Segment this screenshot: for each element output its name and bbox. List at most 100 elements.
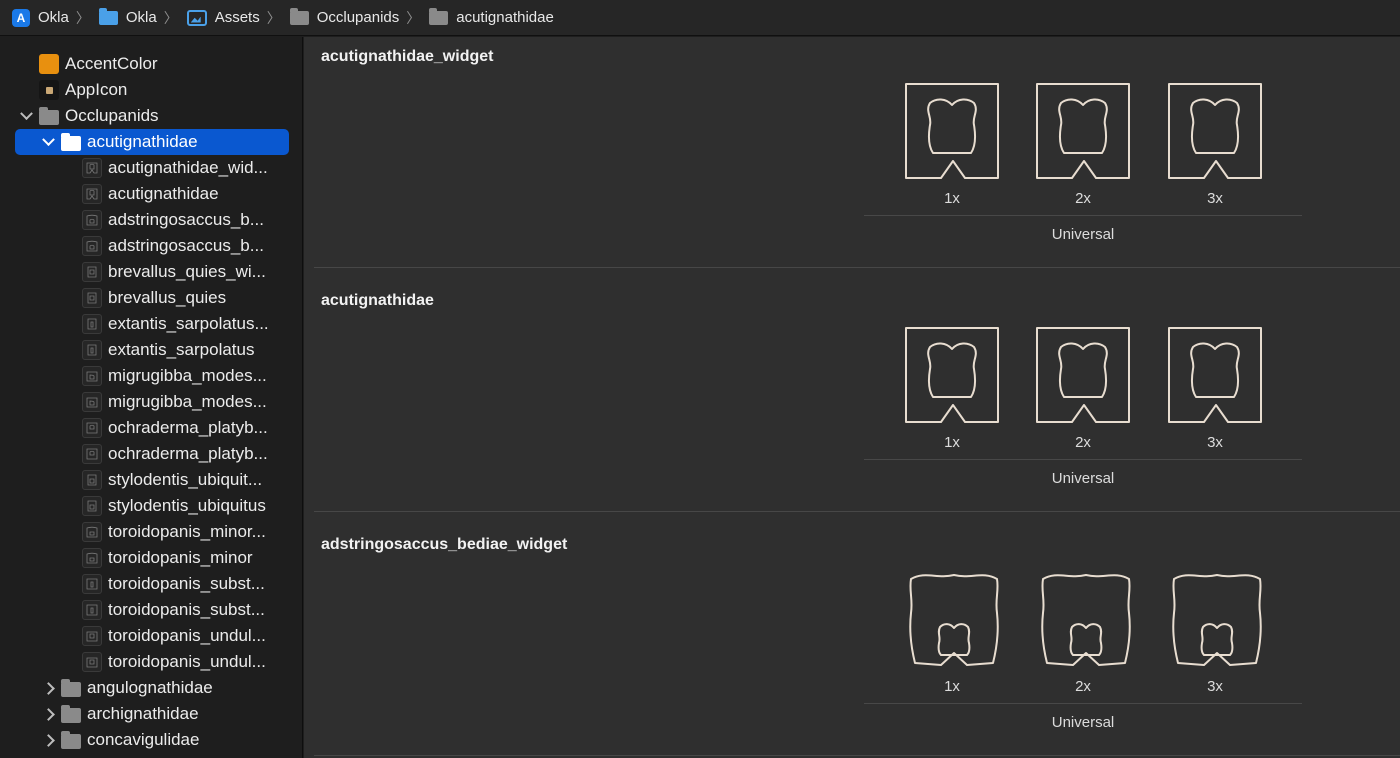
sidebar-item-occlupanids[interactable]: Occlupanids xyxy=(0,103,303,129)
image-slot-1x[interactable] xyxy=(903,81,1001,181)
image-set-thumbnail-icon xyxy=(82,522,102,542)
image-set-thumbnail-icon xyxy=(82,548,102,568)
sidebar-item-label: toroidopanis_minor... xyxy=(108,522,266,541)
chevron-right-icon: 〉 xyxy=(266,9,281,26)
chevron-right-icon[interactable] xyxy=(41,733,55,747)
sidebar-item-image-set[interactable]: toroidopanis_undul... xyxy=(0,623,280,649)
image-set-thumbnail-icon xyxy=(82,236,102,256)
image-set-thumbnail-icon xyxy=(82,444,102,464)
scale-label: 2x xyxy=(1075,434,1091,451)
image-set-thumbnail-icon xyxy=(82,210,102,230)
image-set-thumbnail-icon xyxy=(82,600,102,620)
sidebar-item-appicon[interactable]: AppIcon xyxy=(0,77,303,103)
section-divider xyxy=(314,511,1400,512)
sidebar-item-label: toroidopanis_minor xyxy=(108,548,253,567)
idiom-divider xyxy=(864,215,1302,216)
chevron-down-icon[interactable] xyxy=(19,109,33,123)
breadcrumb-item-okla-folder[interactable]: Okla xyxy=(98,0,157,36)
sidebar-item-label: extantis_sarpolatus xyxy=(108,340,255,359)
sidebar-item-label: acutignathidae xyxy=(87,132,198,151)
sidebar-item-label: brevallus_quies_wi... xyxy=(108,262,266,281)
sidebar-item-archignathidae[interactable]: archignathidae xyxy=(0,701,303,727)
image-slot-2x[interactable] xyxy=(1034,325,1132,425)
image-set-thumbnail-icon xyxy=(82,574,102,594)
sidebar-item-label: angulognathidae xyxy=(87,678,213,697)
chevron-right-icon[interactable] xyxy=(41,707,55,721)
scale-label: 2x xyxy=(1075,190,1091,207)
sidebar-item-label: toroidopanis_subst... xyxy=(108,574,265,593)
chevron-right-icon: 〉 xyxy=(75,9,90,26)
sidebar-item-image-set[interactable]: acutignathidae xyxy=(0,181,280,207)
sidebar-item-label: stylodentis_ubiquitus xyxy=(108,496,266,515)
bread-clip-outline-icon xyxy=(909,574,999,666)
sidebar-item-label: brevallus_quies xyxy=(108,288,227,307)
scale-label: 1x xyxy=(944,678,960,695)
sidebar-item-image-set[interactable]: migrugibba_modes... xyxy=(0,363,280,389)
sidebar-item-image-set[interactable]: ochraderma_platyb... xyxy=(0,415,280,441)
asset-navigator: AccentColor AppIcon Occlupanids acutigna… xyxy=(0,37,303,758)
sidebar-item-image-set[interactable]: adstringosaccus_b... xyxy=(0,207,280,233)
sidebar-item-accentcolor[interactable]: AccentColor xyxy=(0,51,303,77)
folder-icon xyxy=(61,730,81,749)
sidebar-item-image-set[interactable]: toroidopanis_subst... xyxy=(0,571,280,597)
sidebar-item-image-set[interactable]: stylodentis_ubiquit... xyxy=(0,467,280,493)
bread-clip-outline-icon xyxy=(905,327,999,423)
image-set-thumbnail-icon xyxy=(82,314,102,334)
image-set-thumbnail-icon xyxy=(82,288,102,308)
image-set-thumbnail-icon xyxy=(82,470,102,490)
image-slot-2x[interactable] xyxy=(1037,569,1135,669)
sidebar-item-image-set[interactable]: adstringosaccus_b... xyxy=(0,233,280,259)
folder-icon xyxy=(61,704,81,723)
sidebar-item-image-set[interactable]: toroidopanis_minor... xyxy=(0,519,280,545)
bread-clip-outline-icon xyxy=(1172,574,1262,666)
image-slot-3x[interactable] xyxy=(1166,81,1264,181)
breadcrumb-label: acutignathidae xyxy=(456,9,554,26)
scale-label: 1x xyxy=(944,190,960,207)
breadcrumb-item-okla-project[interactable]: Okla xyxy=(12,0,69,36)
sidebar-item-image-set[interactable]: brevallus_quies_wi... xyxy=(0,259,280,285)
image-slot-3x[interactable] xyxy=(1166,325,1264,425)
bread-clip-outline-icon xyxy=(1168,83,1262,179)
breadcrumb-item-occlupanids[interactable]: Occlupanids xyxy=(289,0,399,36)
sidebar-item-image-set[interactable]: toroidopanis_subst... xyxy=(0,597,280,623)
sidebar-item-image-set[interactable]: extantis_sarpolatus xyxy=(0,337,280,363)
sidebar-item-label: migrugibba_modes... xyxy=(108,392,267,411)
sidebar-item-label: adstringosaccus_b... xyxy=(108,236,264,255)
scale-label: 1x xyxy=(944,434,960,451)
sidebar-item-label: ochraderma_platyb... xyxy=(108,418,268,437)
sidebar-item-label: acutignathidae xyxy=(108,184,219,203)
folder-icon xyxy=(429,7,449,25)
breadcrumb-item-acutignathidae[interactable]: acutignathidae xyxy=(429,0,554,36)
image-set-thumbnail-icon xyxy=(82,366,102,386)
sidebar-item-label: toroidopanis_undul... xyxy=(108,626,266,645)
image-slot-2x[interactable] xyxy=(1034,81,1132,181)
chevron-right-icon[interactable] xyxy=(41,681,55,695)
image-slot-3x[interactable] xyxy=(1168,569,1266,669)
sidebar-item-angulognathidae[interactable]: angulognathidae xyxy=(0,675,303,701)
sidebar-item-image-set[interactable]: ochraderma_platyb... xyxy=(0,441,280,467)
chevron-down-icon[interactable] xyxy=(41,135,55,149)
image-slot-1x[interactable] xyxy=(903,325,1001,425)
folder-icon xyxy=(289,7,309,25)
breadcrumb-item-assets[interactable]: Assets xyxy=(186,0,260,36)
bread-clip-outline-icon xyxy=(1036,327,1130,423)
asset-editor: acutignathidae_widget 1x 2x 3x Universal… xyxy=(304,37,1400,758)
idiom-label: Universal xyxy=(1051,470,1115,487)
bread-clip-outline-icon xyxy=(1036,83,1130,179)
idiom-divider xyxy=(864,459,1302,460)
idiom-label: Universal xyxy=(1051,714,1115,731)
sidebar-item-image-set[interactable]: toroidopanis_undul... xyxy=(0,649,280,675)
chevron-right-icon: 〉 xyxy=(406,9,421,26)
chevron-right-icon: 〉 xyxy=(163,9,178,26)
sidebar-item-image-set[interactable]: stylodentis_ubiquitus xyxy=(0,493,280,519)
sidebar-item-image-set[interactable]: extantis_sarpolatus... xyxy=(0,311,280,337)
sidebar-item-image-set[interactable]: migrugibba_modes... xyxy=(0,389,280,415)
image-slot-1x[interactable] xyxy=(905,569,1003,669)
image-set-thumbnail-icon xyxy=(82,184,102,204)
sidebar-item-image-set[interactable]: acutignathidae_wid... xyxy=(0,155,280,181)
sidebar-item-acutignathidae-folder[interactable]: acutignathidae xyxy=(0,129,303,155)
sidebar-item-label: toroidopanis_subst... xyxy=(108,600,265,619)
sidebar-item-image-set[interactable]: toroidopanis_minor xyxy=(0,545,280,571)
sidebar-item-image-set[interactable]: brevallus_quies xyxy=(0,285,280,311)
sidebar-item-concavigulidae[interactable]: concavigulidae xyxy=(0,727,303,753)
